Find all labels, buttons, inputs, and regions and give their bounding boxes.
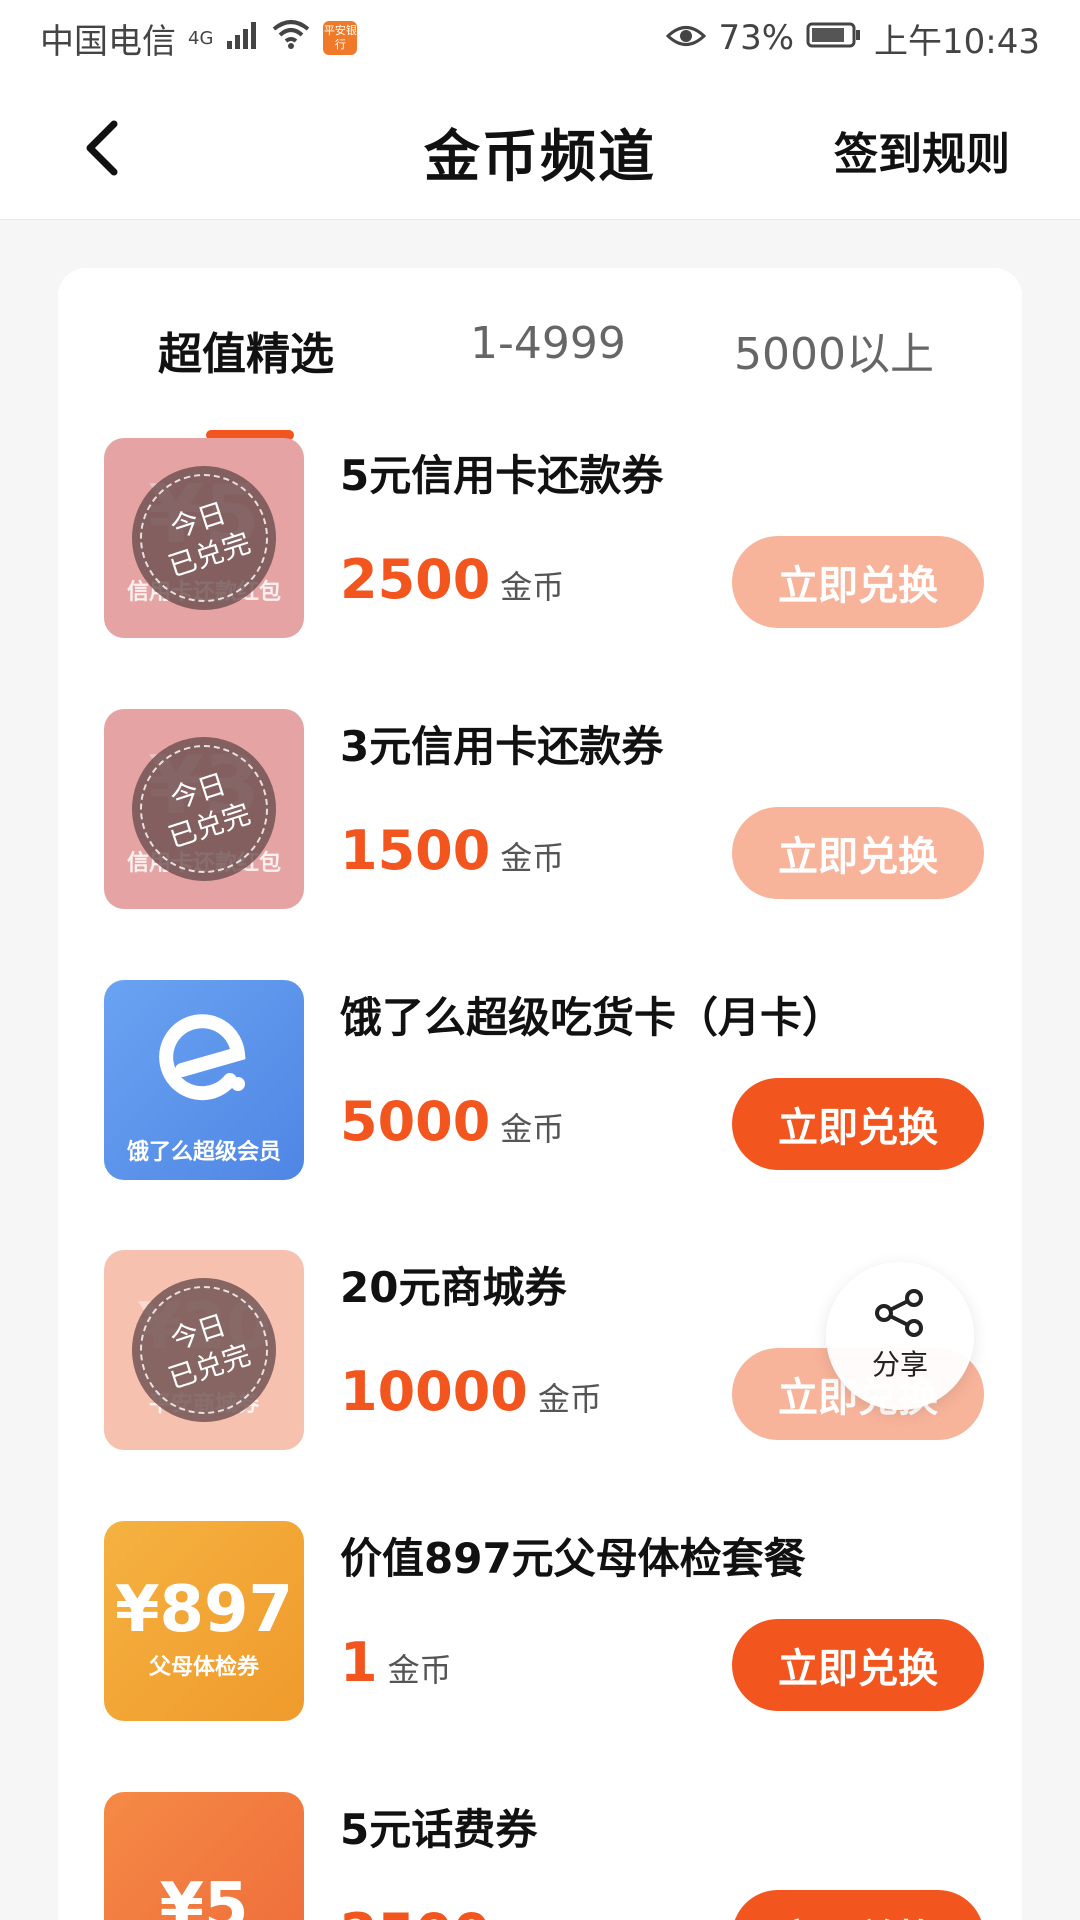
- checkin-rules-link[interactable]: 签到规则: [834, 118, 1010, 182]
- price-unit: 金币: [387, 1651, 452, 1689]
- battery-percent: 73%: [718, 18, 795, 58]
- share-icon: [875, 1289, 923, 1337]
- tab-bar: 超值精选 1-4999 5000以上: [58, 318, 1022, 440]
- redeem-button[interactable]: 立即兑换: [732, 1619, 984, 1711]
- list-item: ¥5 5元话费券 2500 金币 立即兑换: [104, 1792, 984, 1920]
- clock: 上午10:43: [874, 21, 1040, 62]
- item-thumbnail: ¥20 平安商城券 今日 已兑完: [104, 1250, 304, 1450]
- stamp-line: 今日: [166, 767, 231, 816]
- price-row: 1 金币: [340, 1631, 452, 1694]
- screen: 中国电信 4G 平安银行 73% 上午10:43 金币频道 签到规则 超值精选 …: [0, 0, 1080, 1920]
- item-thumbnail: ¥897 父母体检券: [104, 1521, 304, 1721]
- item-title: 3元信用卡还款券: [340, 722, 664, 771]
- item-thumbnail: 饿了么超级会员: [104, 980, 304, 1180]
- price-row: 2500 金币: [340, 1902, 564, 1920]
- item-title: 饿了么超级吃货卡（月卡）: [340, 993, 845, 1042]
- item-price: 1500: [340, 819, 491, 882]
- share-label: 分享: [871, 1348, 928, 1381]
- list-item: 饿了么超级会员 饿了么超级吃货卡（月卡） 5000 金币 立即兑换: [104, 980, 984, 1180]
- redeem-button[interactable]: 立即兑换: [732, 807, 984, 899]
- price-row: 2500 金币: [340, 548, 564, 611]
- list-item: ¥5 信用卡还款红包 今日 已兑完 5元信用卡还款券 2500 金币 立即兑换: [104, 438, 984, 638]
- price-row: 10000 金币: [340, 1360, 602, 1423]
- signal-icon: [225, 18, 259, 58]
- stamp-line: 已兑完: [164, 525, 255, 584]
- item-price: 2500: [340, 548, 491, 611]
- stamp-line: 已兑完: [164, 1337, 255, 1396]
- status-right: 73% 上午10:43: [666, 14, 1040, 63]
- price-unit: 金币: [500, 568, 565, 606]
- thumb-amount: ¥897: [114, 1573, 294, 1647]
- thumb-amount: ¥5: [159, 1870, 249, 1920]
- stamp-line: 已兑完: [164, 796, 255, 855]
- list-item: ¥3 信用卡还款红包 今日 已兑完 3元信用卡还款券 1500 金币 立即兑换: [104, 709, 984, 909]
- item-thumbnail: ¥5: [104, 1792, 304, 1920]
- redeem-button[interactable]: 立即兑换: [732, 536, 984, 628]
- redeem-button[interactable]: 立即兑换: [732, 1078, 984, 1170]
- carrier-label: 中国电信: [40, 21, 176, 62]
- item-thumbnail: ¥5 信用卡还款红包 今日 已兑完: [104, 438, 304, 638]
- status-left: 中国电信 4G 平安银行: [40, 14, 358, 63]
- thumb-caption: 饿了么超级会员: [126, 1140, 281, 1165]
- item-price: 2500: [340, 1902, 490, 1920]
- tab-1-4999[interactable]: 1-4999: [470, 318, 626, 369]
- item-title: 20元商城券: [340, 1263, 567, 1312]
- price-row: 5000 金币: [340, 1090, 564, 1153]
- exchange-card: 超值精选 1-4999 5000以上 ¥5 信用卡还款红包 今日 已兑完 5元信…: [58, 268, 1022, 1920]
- redeem-button[interactable]: 立即兑换: [732, 1890, 984, 1920]
- stamp-line: 今日: [166, 496, 231, 545]
- item-title: 5元信用卡还款券: [340, 451, 664, 500]
- top-nav: 金币频道 签到规则: [0, 76, 1080, 220]
- list-item: ¥897 父母体检券 价值897元父母体检套餐 1 金币 立即兑换: [104, 1521, 984, 1721]
- eleme-logo-icon: [159, 1014, 246, 1101]
- status-bar: 中国电信 4G 平安银行 73% 上午10:43: [0, 0, 1080, 76]
- price-unit: 金币: [537, 1380, 602, 1418]
- network-type: 4G: [188, 27, 214, 49]
- price-unit: 金币: [500, 1110, 565, 1148]
- bank-app-badge: 平安银行: [323, 21, 358, 55]
- item-price: 10000: [340, 1360, 528, 1423]
- tab-featured[interactable]: 超值精选: [158, 318, 334, 382]
- eye-icon: [666, 18, 707, 58]
- item-title: 5元话费券: [340, 1805, 538, 1854]
- item-price: 5000: [340, 1090, 491, 1153]
- price-unit: 金币: [500, 1916, 564, 1920]
- battery-icon: [806, 18, 862, 58]
- item-thumbnail: ¥3 信用卡还款红包 今日 已兑完: [104, 709, 304, 909]
- share-button[interactable]: 分享: [826, 1262, 974, 1410]
- tab-5000-plus[interactable]: 5000以上: [734, 318, 934, 382]
- stamp-line: 今日: [166, 1308, 231, 1357]
- wifi-icon: [271, 18, 311, 59]
- price-row: 1500 金币: [340, 819, 564, 882]
- item-title: 价值897元父母体检套餐: [340, 1534, 806, 1583]
- thumb-caption: 父母体检券: [148, 1655, 259, 1680]
- item-price: 1: [340, 1631, 378, 1694]
- price-unit: 金币: [500, 839, 565, 877]
